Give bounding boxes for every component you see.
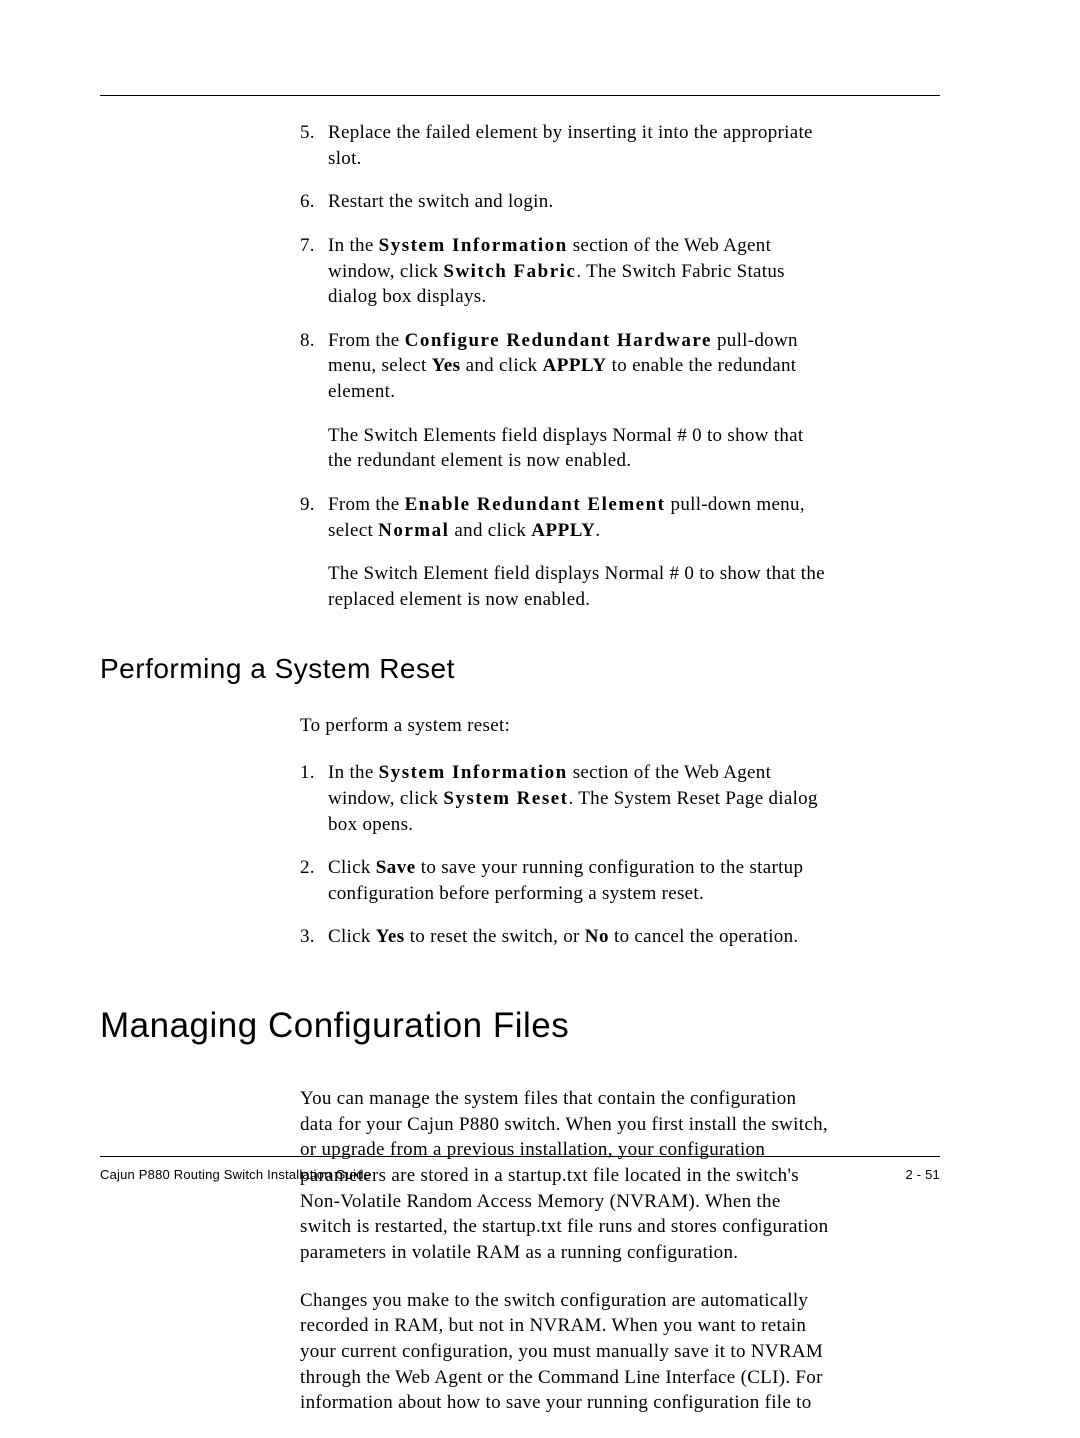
top-rule bbox=[100, 95, 940, 96]
text-run: and click bbox=[449, 520, 531, 541]
bold-term: Configure Redundant Hardware bbox=[405, 330, 712, 351]
bold-term: APPLY bbox=[531, 520, 595, 541]
text-run: . bbox=[595, 520, 600, 541]
content-column: To perform a system reset: 1. In the Syst… bbox=[300, 713, 830, 950]
content-column: 5. Replace the failed element by insertin… bbox=[300, 120, 830, 613]
footer-page-number: 2 - 51 bbox=[906, 1167, 940, 1182]
bold-term: Switch Fabric bbox=[443, 261, 576, 282]
bold-term: No bbox=[585, 926, 609, 947]
page-footer: Cajun P880 Routing Switch Installation G… bbox=[100, 1156, 940, 1182]
list-marker: 6. bbox=[300, 189, 315, 215]
list-marker: 5. bbox=[300, 120, 315, 146]
list-marker: 1. bbox=[300, 760, 315, 786]
list-marker: 9. bbox=[300, 492, 315, 518]
bold-term: Yes bbox=[376, 926, 405, 947]
bold-term: APPLY bbox=[543, 355, 607, 376]
text-run: In the bbox=[328, 235, 379, 256]
list-item: 7. In the System Information section of t… bbox=[300, 233, 830, 310]
bold-term: System Reset bbox=[443, 788, 568, 809]
list-item: 5. Replace the failed element by insertin… bbox=[300, 120, 830, 171]
list-item: 3. Click Yes to reset the switch, or No t… bbox=[300, 924, 830, 950]
text-run: Replace the failed element by inserting … bbox=[328, 122, 813, 169]
list-item-paragraph: Restart the switch and login. bbox=[328, 189, 830, 215]
bold-term: Enable Redundant Element bbox=[405, 494, 666, 515]
list-item: 2. Click Save to save your running config… bbox=[300, 855, 830, 906]
list-item-paragraph: Click Yes to reset the switch, or No to … bbox=[328, 924, 830, 950]
heading-managing-config-files: Managing Configuration Files bbox=[100, 1006, 940, 1046]
list-item: 6. Restart the switch and login. bbox=[300, 189, 830, 215]
heading-system-reset: Performing a System Reset bbox=[100, 653, 940, 685]
text-run: to cancel the operation. bbox=[609, 926, 799, 947]
footer-rule bbox=[100, 1156, 940, 1157]
reset-steps: 1. In the System Information section of t… bbox=[300, 760, 830, 950]
bold-term: Yes bbox=[432, 355, 461, 376]
text-run: In the bbox=[328, 762, 379, 783]
list-item-paragraph: In the System Information section of the… bbox=[328, 760, 830, 837]
list-item-paragraph: The Switch Element field displays Normal… bbox=[328, 561, 830, 612]
text-run: Click bbox=[328, 857, 376, 878]
list-item: 9. From the Enable Redundant Element pull… bbox=[300, 492, 830, 613]
bold-term: System Information bbox=[379, 762, 568, 783]
list-item-paragraph: In the System Information section of the… bbox=[328, 233, 830, 310]
text-run: Restart the switch and login. bbox=[328, 191, 554, 212]
text-run: Click bbox=[328, 926, 376, 947]
list-item: 8. From the Configure Redundant Hardware … bbox=[300, 328, 830, 474]
bold-term: Save bbox=[376, 857, 416, 878]
footer-guide-title: Cajun P880 Routing Switch Installation G… bbox=[100, 1167, 371, 1182]
list-item-paragraph: Replace the failed element by inserting … bbox=[328, 120, 830, 171]
text-run: From the bbox=[328, 494, 405, 515]
list-item-paragraph: From the Enable Redundant Element pull-d… bbox=[328, 492, 830, 543]
text-run: The Switch Element field displays Normal… bbox=[328, 563, 825, 610]
bold-term: System Information bbox=[379, 235, 568, 256]
text-run: The Switch Elements field displays Norma… bbox=[328, 425, 803, 472]
list-marker: 2. bbox=[300, 855, 315, 881]
list-marker: 7. bbox=[300, 233, 315, 259]
content-column: You can manage the system files that con… bbox=[300, 1086, 830, 1416]
list-item-paragraph: Click Save to save your running configur… bbox=[328, 855, 830, 906]
text-run: From the bbox=[328, 330, 405, 351]
text-run: and click bbox=[461, 355, 543, 376]
list-item: 1. In the System Information section of t… bbox=[300, 760, 830, 837]
bold-term: Normal bbox=[378, 520, 449, 541]
list-marker: 8. bbox=[300, 328, 315, 354]
list-item-paragraph: The Switch Elements field displays Norma… bbox=[328, 423, 830, 474]
text-run: to reset the switch, or bbox=[405, 926, 585, 947]
reset-intro: To perform a system reset: bbox=[300, 713, 830, 739]
page-body: 5. Replace the failed element by insertin… bbox=[100, 95, 940, 1438]
list-item-paragraph: From the Configure Redundant Hardware pu… bbox=[328, 328, 830, 405]
list-marker: 3. bbox=[300, 924, 315, 950]
procedure-steps-continued: 5. Replace the failed element by insertin… bbox=[300, 120, 830, 613]
